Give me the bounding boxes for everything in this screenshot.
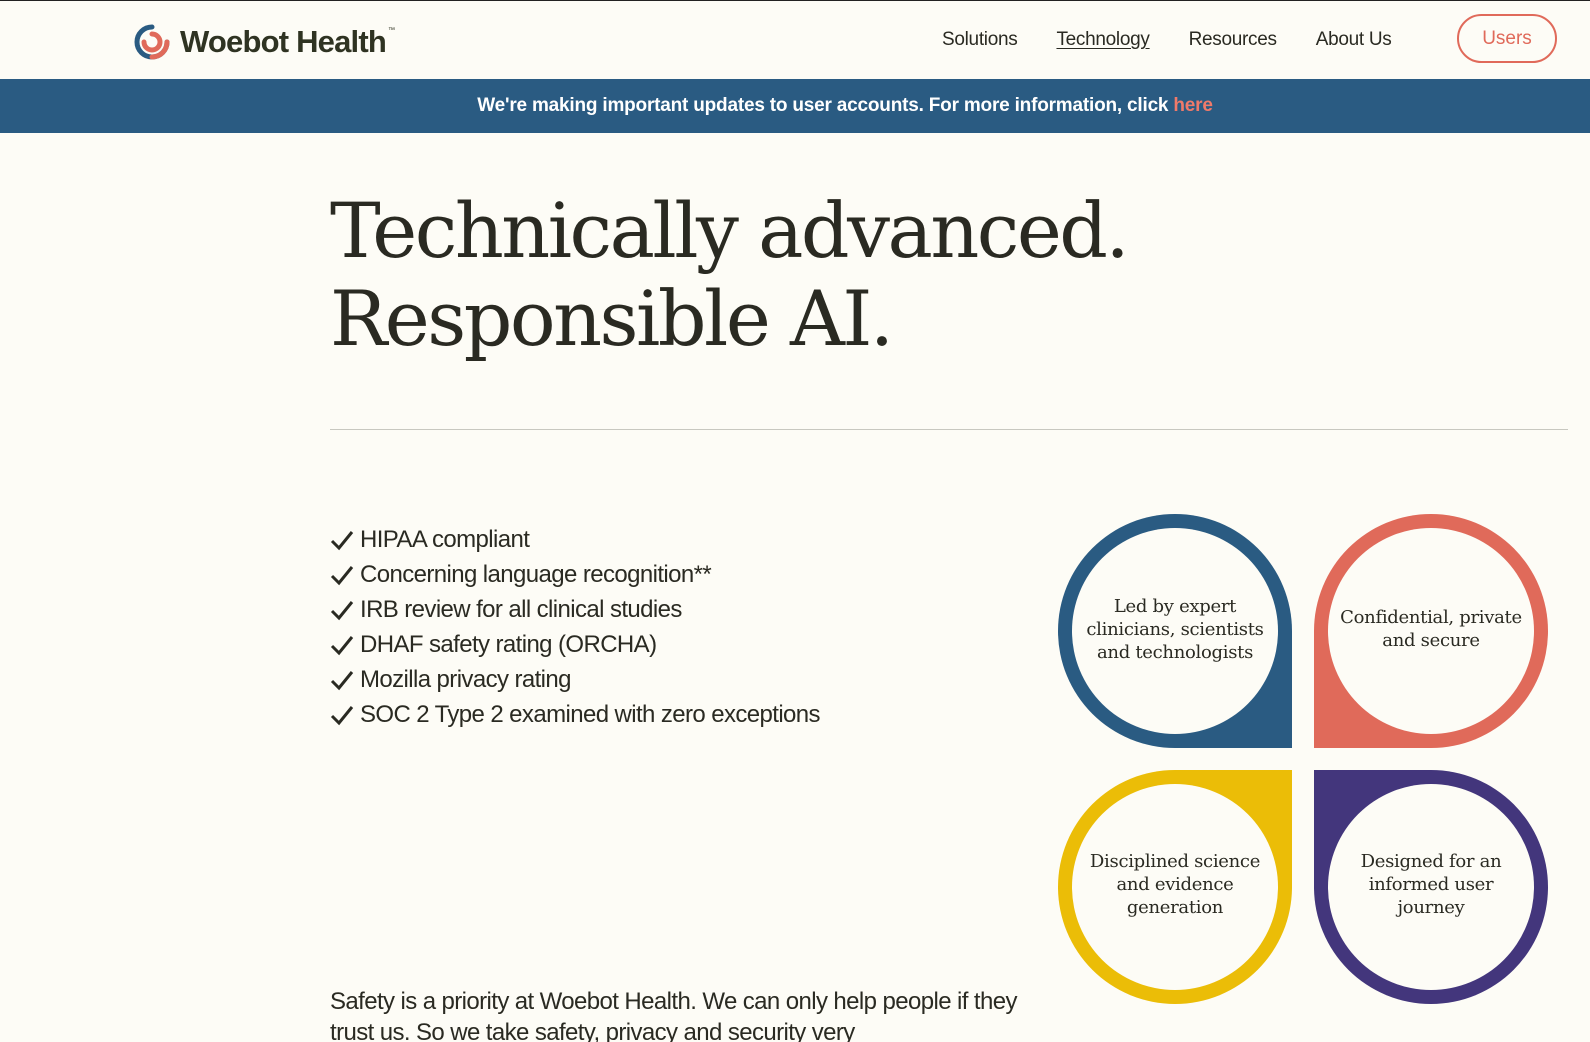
checkmark-icon	[330, 530, 354, 550]
banner-message: We're making important updates to user a…	[377, 95, 1213, 117]
checklist-item-label: Concerning language recognition**	[360, 561, 712, 588]
checklist-item-label: HIPAA compliant	[360, 526, 530, 553]
checkmark-icon	[330, 565, 354, 585]
trademark-symbol: ™	[388, 26, 396, 34]
site-header: Woebot Health ™ Solutions Technology Res…	[0, 2, 1590, 79]
checklist-item-label: DHAF safety rating (ORCHA)	[360, 631, 657, 658]
checkmark-icon	[330, 705, 354, 725]
checklist-item: IRB review for all clinical studies	[330, 592, 820, 627]
brand-name: Woebot Health	[180, 24, 387, 59]
checklist-item: HIPAA compliant	[330, 522, 820, 557]
nav-solutions[interactable]: Solutions	[942, 29, 1018, 51]
checklist-item: SOC 2 Type 2 examined with zero exceptio…	[330, 697, 821, 732]
checklist-item: Mozilla privacy rating	[330, 662, 820, 697]
nav-resources[interactable]: Resources	[1189, 29, 1277, 51]
main-nav: Solutions Technology Resources About Us	[942, 29, 1430, 51]
checklist-item-label: IRB review for all clinical studies	[360, 596, 682, 623]
checklist-item: Concerning language recognition**	[330, 557, 820, 592]
banner-here-link[interactable]: here	[1173, 95, 1213, 116]
checkmark-icon	[330, 670, 354, 690]
petal-label-user-journey: Designed for an informed user journey	[1360, 851, 1502, 918]
checkmark-icon	[330, 600, 354, 620]
checklist-item-label: SOC 2 Type 2 examined with zero exceptio…	[360, 701, 821, 728]
petal-label-confidential: Confidential, private and secure	[1340, 607, 1522, 651]
checklist-item-label: Mozilla privacy rating	[360, 666, 571, 693]
checklist-item: DHAF safety rating (ORCHA)	[330, 627, 820, 662]
petal-label-science: Disciplined science and evidence generat…	[1089, 851, 1261, 918]
petal-label-expert: Led by expert clinicians, scientists and…	[1086, 596, 1264, 663]
compliance-checklist: HIPAA compliant Concerning language reco…	[330, 522, 821, 732]
values-graphic: Led by expert clinicians, scientists and…	[1058, 514, 1548, 1004]
brand-logo[interactable]: Woebot Health ™	[130, 22, 395, 62]
safety-paragraph: Safety is a priority at Woebot Health. W…	[330, 988, 1017, 1042]
announcement-banner: We're making important updates to user a…	[0, 79, 1590, 133]
users-button[interactable]: Users	[1457, 14, 1557, 63]
section-divider	[330, 429, 1568, 430]
woebot-logo-icon	[134, 24, 170, 60]
nav-about-us[interactable]: About Us	[1316, 29, 1392, 51]
page-title: Technically advanced. Responsible AI.	[330, 186, 1130, 363]
petals-svg	[1058, 514, 1548, 1004]
nav-technology[interactable]: Technology	[1056, 29, 1149, 51]
checkmark-icon	[330, 635, 354, 655]
banner-text: We're making important updates to user a…	[477, 95, 1169, 116]
